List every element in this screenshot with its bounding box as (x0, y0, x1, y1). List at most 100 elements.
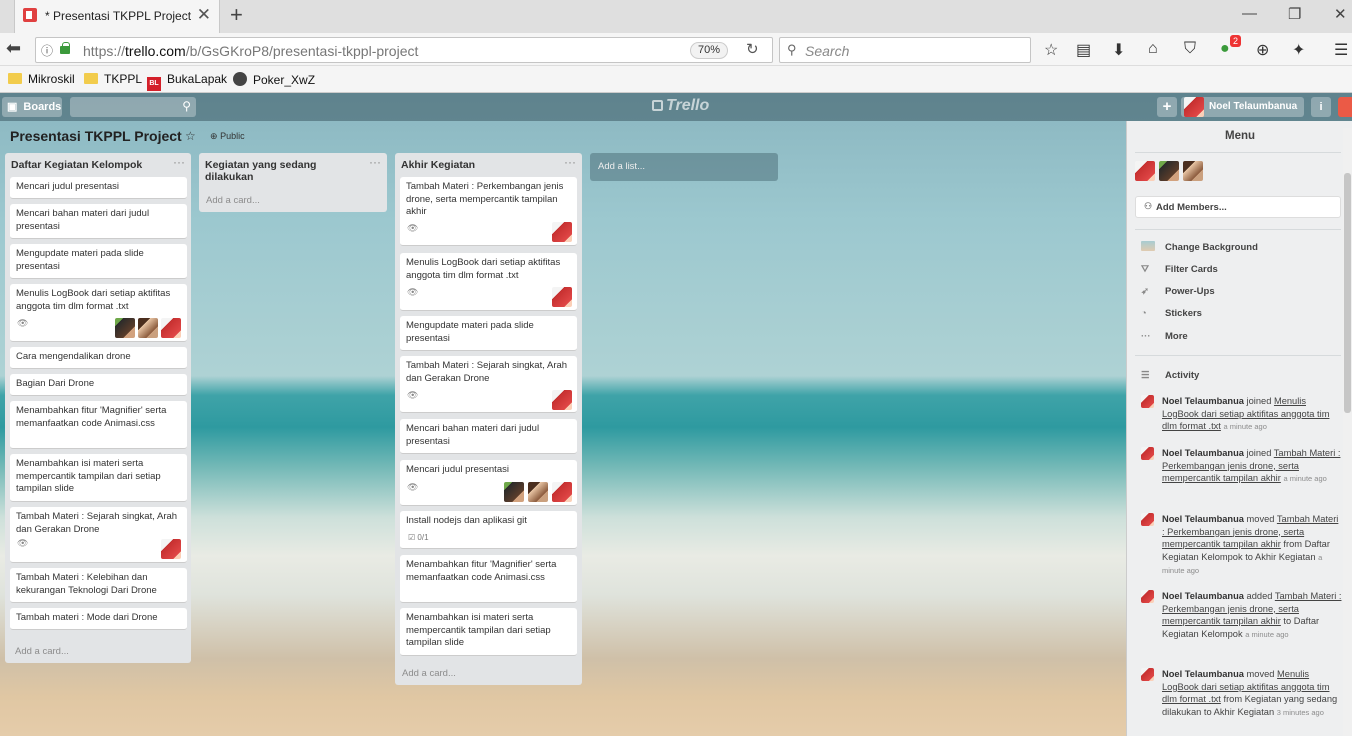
member-avatar[interactable] (552, 482, 572, 502)
activity-avatar[interactable] (1141, 447, 1154, 460)
back-arrow-icon[interactable]: ⬅ (6, 38, 21, 59)
card[interactable]: Menambahkan isi materi serta mempercanti… (400, 608, 577, 656)
member-avatar[interactable] (552, 390, 572, 410)
card[interactable]: Bagian Dari Drone (10, 374, 187, 396)
member-avatar[interactable] (115, 318, 135, 338)
board-search-input[interactable]: ⚲ (70, 97, 196, 117)
pocket-icon[interactable]: ⛉ (1184, 40, 1196, 58)
list-menu-icon[interactable]: ··· (564, 155, 576, 169)
close-tab-icon[interactable]: ✕ (197, 5, 211, 25)
reload-icon[interactable]: ↻ (746, 40, 759, 58)
card[interactable]: Menambahkan isi materi serta mempercanti… (10, 454, 187, 502)
card[interactable]: Tambah Materi : Kelebihan dan kekurangan… (10, 568, 187, 603)
window-close-icon[interactable]: ✕ (1334, 5, 1347, 23)
new-tab-icon[interactable]: + (230, 2, 243, 28)
card[interactable]: Mencari bahan materi dari judul presenta… (400, 419, 577, 454)
add-list-button[interactable]: Add a list... (590, 153, 778, 181)
card[interactable]: Tambah Materi : Perkembangan jenis drone… (400, 177, 577, 246)
activity-avatar[interactable] (1141, 513, 1154, 526)
card[interactable]: Cara mengendalikan drone (10, 347, 187, 369)
member-avatar[interactable] (1135, 161, 1155, 181)
bookmark-bukalapak[interactable]: BL BukaLapak (147, 72, 227, 91)
card[interactable]: Mengupdate materi pada slide presentasi (10, 244, 187, 279)
card[interactable]: Menambahkan fitur 'Magnifier' serta mema… (400, 555, 577, 603)
member-avatar[interactable] (138, 318, 158, 338)
stickers-item[interactable]: ◔ Stickers (1141, 308, 1202, 319)
list-title[interactable]: Daftar Kegiatan Kelompok (11, 159, 166, 171)
info-button[interactable]: i (1311, 97, 1331, 117)
info-icon[interactable]: ⓘ (41, 42, 53, 59)
power-ups-item[interactable]: ➶ Power-Ups (1141, 286, 1215, 297)
member-avatar[interactable] (161, 539, 181, 559)
add-card-link[interactable]: Add a card... (15, 646, 69, 657)
watch-icon: 👁 (17, 318, 29, 328)
list-kegiatan-sedang: Kegiatan yang sedang dilakukan ··· Add a… (199, 153, 387, 212)
bookmark-mikroskil[interactable]: Mikroskil (8, 72, 75, 86)
card[interactable]: Tambah materi : Mode dari Drone (10, 608, 187, 630)
bag-icon[interactable]: ⊕ (1256, 40, 1269, 60)
card[interactable]: Menulis LogBook dari setiap aktifitas an… (10, 284, 187, 342)
change-background-item[interactable]: Change Background (1141, 241, 1258, 253)
home-icon[interactable]: ⌂ (1148, 40, 1158, 58)
card[interactable]: Install nodejs dan aplikasi git ☑ 0/1 (400, 511, 577, 549)
member-avatar[interactable] (1183, 161, 1203, 181)
zoom-indicator[interactable]: 70% (690, 42, 728, 59)
user-menu-button[interactable]: Noel Telaumbanua (1181, 97, 1304, 117)
page-scrollbar[interactable] (1343, 128, 1352, 736)
activity-time[interactable]: a minute ago (1224, 422, 1267, 431)
card[interactable]: Tambah Materi : Sejarah singkat, Arah da… (400, 356, 577, 413)
add-card-link[interactable]: Add a card... (402, 668, 456, 679)
notification-badge: 2 (1230, 35, 1242, 47)
member-avatar[interactable] (504, 482, 524, 502)
minimize-icon[interactable]: — (1242, 5, 1257, 22)
card[interactable]: Menulis LogBook dari setiap aktifitas an… (400, 253, 577, 311)
card[interactable]: Mencari judul presentasi (10, 177, 187, 199)
browser-search-input[interactable]: ⚲ Search (779, 37, 1031, 63)
member-avatar[interactable] (528, 482, 548, 502)
hamburger-menu-icon[interactable]: ☰ (1334, 40, 1348, 60)
notification-bell-icon[interactable] (1338, 97, 1352, 117)
activity-time[interactable]: 3 minutes ago (1277, 708, 1324, 717)
bookmark-tkppl[interactable]: TKPPL (84, 72, 142, 86)
list-menu-icon[interactable]: ··· (369, 155, 381, 169)
restore-icon[interactable]: ❐ (1288, 5, 1301, 23)
star-icon[interactable]: ☆ (185, 129, 196, 143)
visibility-button[interactable]: ⊕ Public (210, 131, 245, 142)
list-title[interactable]: Akhir Kegiatan (401, 159, 556, 171)
add-members-button[interactable]: ⚇ Add Members... (1135, 196, 1341, 218)
bookmark-poker[interactable]: Poker_XwZ (233, 72, 315, 87)
puzzle-icon[interactable]: ✦ (1292, 40, 1305, 60)
member-avatar[interactable] (552, 287, 572, 307)
trello-logo[interactable]: Trello (652, 97, 709, 115)
search-icon: ⚲ (787, 42, 797, 57)
list-menu-icon[interactable]: ··· (173, 155, 185, 169)
member-avatar[interactable] (161, 318, 181, 338)
card[interactable]: Mengupdate materi pada slide presentasi (400, 316, 577, 351)
list-title[interactable]: Kegiatan yang sedang dilakukan (205, 159, 365, 183)
filter-cards-item[interactable]: ⛛ Filter Cards (1141, 264, 1218, 275)
scrollbar-thumb[interactable] (1344, 173, 1351, 413)
extension-icon[interactable]: ● (1220, 40, 1230, 58)
member-avatar[interactable] (552, 222, 572, 242)
card[interactable]: Mencari bahan materi dari judul presenta… (10, 204, 187, 239)
card[interactable]: Mencari judul presentasi 👁 (400, 460, 577, 506)
download-icon[interactable]: ⬇ (1112, 40, 1125, 60)
activity-avatar[interactable] (1141, 395, 1154, 408)
member-avatar[interactable] (1159, 161, 1179, 181)
card[interactable]: Tambah Materi : Sejarah singkat, Arah da… (10, 507, 187, 563)
more-item[interactable]: ··· More (1141, 331, 1188, 342)
browser-tab[interactable]: * Presentasi TKPPL Project | ✕ (14, 0, 220, 33)
reading-list-icon[interactable]: ▤ (1076, 40, 1091, 60)
card[interactable]: Menambahkan fitur 'Magnifier' serta mema… (10, 401, 187, 449)
url-bar[interactable]: ⓘ https://trello.com/b/GsGKroP8/presenta… (35, 37, 773, 63)
board-title[interactable]: Presentasi TKPPL Project (10, 128, 182, 144)
boards-button[interactable]: ▣ Boards (2, 97, 62, 117)
divider (1135, 355, 1341, 356)
bookmark-star-icon[interactable]: ☆ (1044, 40, 1058, 60)
add-card-link[interactable]: Add a card... (206, 195, 260, 206)
activity-time[interactable]: a minute ago (1283, 474, 1326, 483)
activity-time[interactable]: a minute ago (1245, 630, 1288, 639)
activity-avatar[interactable] (1141, 590, 1154, 603)
add-button[interactable]: + (1157, 97, 1177, 117)
activity-avatar[interactable] (1141, 668, 1154, 681)
